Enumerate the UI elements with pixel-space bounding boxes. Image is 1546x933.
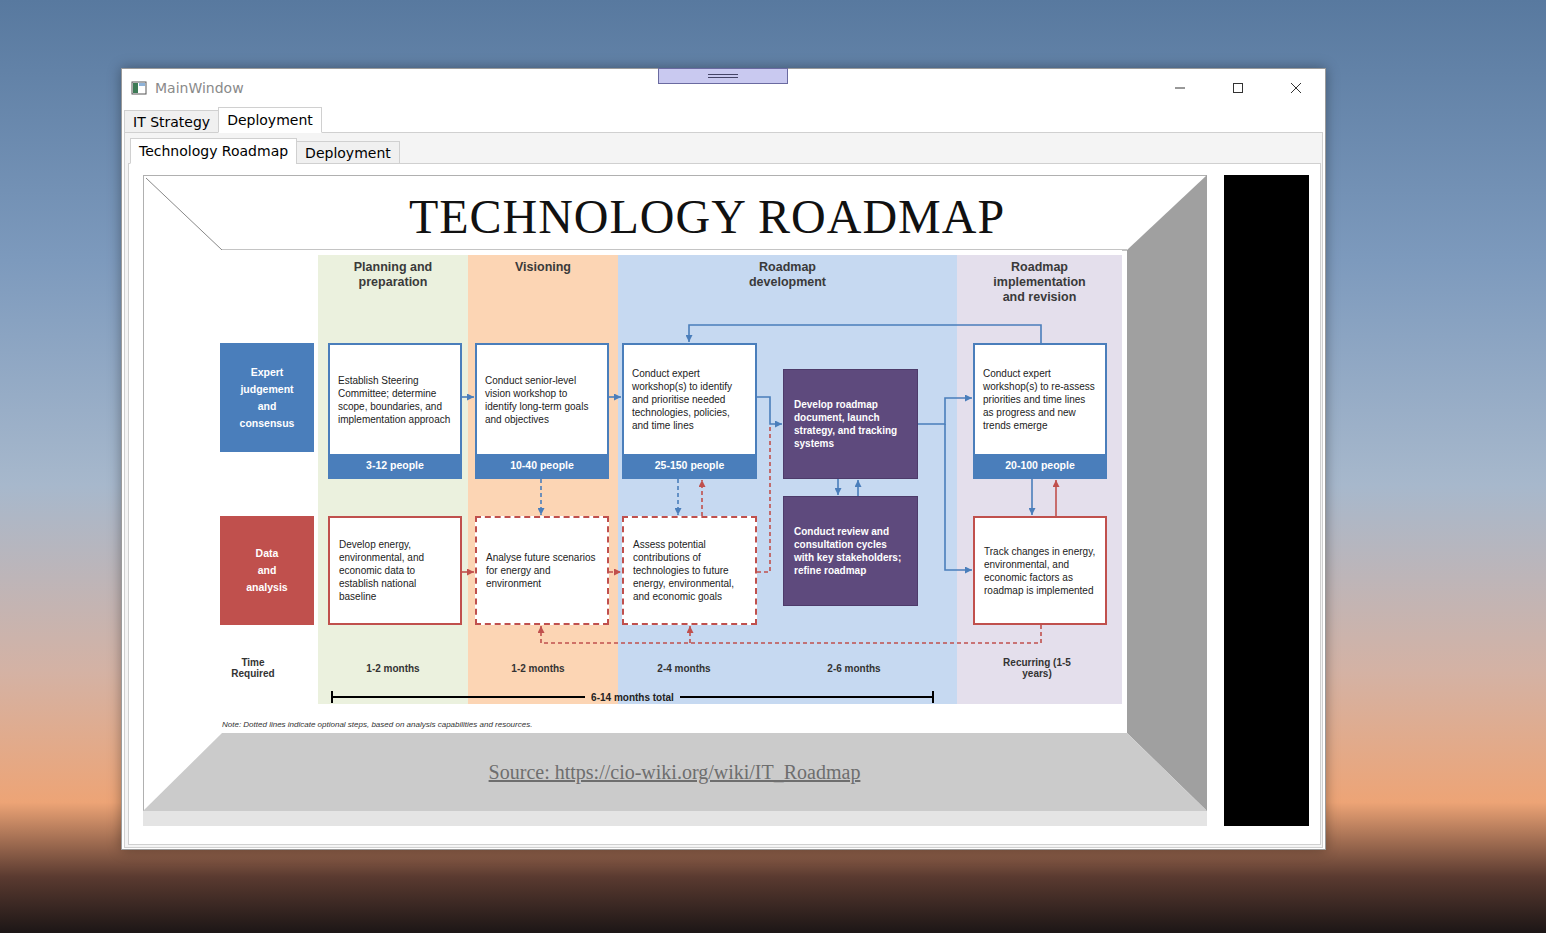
phase-header: Visioning xyxy=(488,260,598,275)
minimize-icon xyxy=(1174,82,1186,94)
time-label: 2-4 months xyxy=(649,654,719,682)
roadmap-diagram: Planning and preparation Visioning Roadmap… xyxy=(220,250,1122,733)
total-tick xyxy=(932,691,934,703)
inner-tab[interactable]: Deployment xyxy=(296,141,400,164)
node-text: Conduct expert workshop(s) to identify a… xyxy=(624,345,755,454)
data-node: Track changes in energy, environmental, … xyxy=(973,516,1107,625)
roadmap-room: TECHNOLOGY ROADMAPPlanning and preparati… xyxy=(143,175,1207,811)
node-text: Establish Steering Committee; determine … xyxy=(330,345,460,454)
phase-header: Roadmap implementation and revision xyxy=(985,260,1095,305)
time-label: 1-2 months xyxy=(503,654,573,682)
total-line xyxy=(333,696,585,698)
room-floor: Source: https://cio-wiki.org/wiki/IT_Roa… xyxy=(222,733,1127,811)
phase-row: Planning and preparation Visioning Roadmap… xyxy=(318,255,1122,704)
phase-header: Planning and preparation xyxy=(338,260,448,290)
phase-header: Roadmap development xyxy=(733,260,843,290)
close-button[interactable] xyxy=(1267,69,1325,107)
handle-line xyxy=(708,77,738,78)
app-icon xyxy=(131,80,147,96)
node-text: Conduct expert workshop(s) to re-assess … xyxy=(975,345,1105,454)
node-text: Conduct senior-level vision workshop to … xyxy=(477,345,607,454)
total-line xyxy=(680,696,932,698)
data-node: Assess potential contributions of techno… xyxy=(622,516,757,625)
time-heading: Time Required xyxy=(224,654,282,682)
phase-column: Planning and preparation xyxy=(318,255,468,704)
minimize-button[interactable] xyxy=(1151,69,1209,107)
source-link[interactable]: Source: https://cio-wiki.org/wiki/IT_Roa… xyxy=(489,761,861,784)
close-icon xyxy=(1290,82,1302,94)
drag-handle[interactable] xyxy=(658,68,788,84)
expert-node: Conduct expert workshop(s) to re-assess … xyxy=(973,343,1107,479)
expert-node: Conduct senior-level vision workshop to … xyxy=(475,343,609,479)
diagram-note: Note: Dotted lines indicate optional ste… xyxy=(222,720,532,729)
roadmap-title: TECHNOLOGY ROADMAP xyxy=(143,175,1207,250)
total-bar: 6-14 months total xyxy=(331,690,934,704)
outer-tab[interactable]: IT Strategy xyxy=(124,110,219,133)
window-controls xyxy=(1151,69,1325,107)
outer-tab-panel: Technology RoadmapDeployment TECHNOLOGY R… xyxy=(124,132,1323,848)
phase-column: Roadmap development xyxy=(618,255,957,704)
time-label: 2-6 months xyxy=(819,654,889,682)
main-window: MainWindowIT StrategyDeploymentTechnolog… xyxy=(121,68,1326,850)
review-node: Conduct review and consultation cycles w… xyxy=(783,496,918,606)
handle-line xyxy=(708,74,738,75)
desktop: MainWindowIT StrategyDeploymentTechnolog… xyxy=(0,0,1546,933)
roadmap-wall: Planning and preparation Visioning Roadmap… xyxy=(222,250,1127,733)
maximize-button[interactable] xyxy=(1209,69,1267,107)
time-label: 1-2 months xyxy=(358,654,428,682)
outer-tab[interactable]: Deployment xyxy=(218,107,322,133)
data-node: Develop energy, environmental, and econo… xyxy=(328,516,462,625)
maximize-icon xyxy=(1232,82,1244,94)
inner-tab[interactable]: Technology Roadmap xyxy=(130,138,297,164)
people-count: 20-100 people xyxy=(975,454,1105,477)
phase-column: Visioning xyxy=(468,255,618,704)
time-label: Recurring (1-5 years) xyxy=(1002,654,1072,682)
arrows-icon xyxy=(220,250,1122,733)
window-title: MainWindow xyxy=(155,80,1143,96)
lane-label: Expert judgement and consensus xyxy=(220,343,314,452)
lane-label: Data and analysis xyxy=(220,516,314,625)
outer-tab-strip: IT StrategyDeployment xyxy=(122,107,1325,133)
black-panel xyxy=(1224,175,1309,826)
people-count: 25-150 people xyxy=(624,454,755,477)
inner-tab-strip: Technology RoadmapDeployment xyxy=(128,138,1321,164)
people-count: 10-40 people xyxy=(477,454,607,477)
expert-node: Establish Steering Committee; determine … xyxy=(328,343,462,479)
people-count: 3-12 people xyxy=(330,454,460,477)
data-node: Analyse future scenarios for energy and … xyxy=(475,516,609,625)
total-label: 6-14 months total xyxy=(585,692,680,703)
phase-column: Roadmap implementation and revision xyxy=(957,255,1122,704)
roadmap-view: TECHNOLOGY ROADMAPPlanning and preparati… xyxy=(143,175,1207,828)
floor-strip xyxy=(143,811,1207,826)
inner-tab-panel: TECHNOLOGY ROADMAPPlanning and preparati… xyxy=(128,163,1321,845)
review-node: Develop roadmap document, launch strateg… xyxy=(783,369,918,479)
expert-node: Conduct expert workshop(s) to identify a… xyxy=(622,343,757,479)
